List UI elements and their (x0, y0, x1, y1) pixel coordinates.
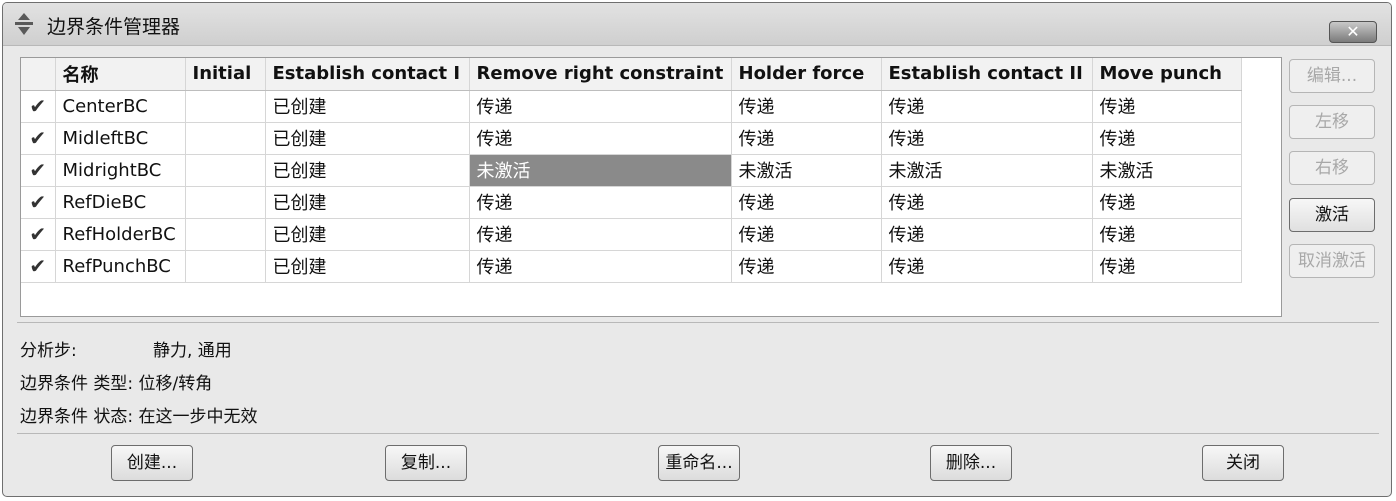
cell-step-4[interactable]: 传递 (881, 186, 1093, 219)
title-bar: 边界条件管理器 ✕ (3, 3, 1391, 46)
cell-step-2[interactable]: 传递 (469, 122, 732, 155)
cell-step-1[interactable]: 已创建 (265, 186, 470, 219)
cell-step-3[interactable]: 传递 (731, 122, 882, 155)
copy-button[interactable]: 复制... (385, 445, 467, 481)
bc-name[interactable]: RefPunchBC (55, 250, 186, 283)
close-icon[interactable]: ✕ (1329, 21, 1377, 43)
step-label: 分析步: (20, 341, 77, 361)
header-name[interactable]: 名称 (55, 58, 186, 91)
close-button[interactable]: 关闭 (1202, 445, 1284, 481)
header-remove-right-constraint[interactable]: Remove right constraint (469, 58, 732, 91)
checkmark-icon[interactable]: ✔ (21, 122, 56, 155)
cell-step-5[interactable]: 未激活 (1092, 154, 1242, 187)
cell-initial[interactable] (185, 218, 266, 251)
table-row[interactable]: ✔ MidrightBC 已创建 未激活 未激活 未激活 未激活 (21, 154, 1242, 187)
delete-button[interactable]: 删除... (930, 445, 1012, 481)
activate-button[interactable]: 激活 (1289, 198, 1375, 232)
bc-table: 名称 Initial Establish contact I Remove ri… (20, 57, 1282, 317)
status-value: 在这一步中无效 (138, 407, 258, 427)
deactivate-button[interactable]: 取消激活 (1289, 244, 1375, 278)
cell-step-5[interactable]: 传递 (1092, 250, 1242, 283)
table-header-row: 名称 Initial Establish contact I Remove ri… (21, 58, 1242, 91)
header-holder-force[interactable]: Holder force (731, 58, 882, 91)
bc-name[interactable]: RefDieBC (55, 186, 186, 219)
move-left-button[interactable]: 左移 (1289, 105, 1375, 139)
cell-step-3[interactable]: 未激活 (731, 154, 882, 187)
cell-step-1[interactable]: 已创建 (265, 122, 470, 155)
header-establish-contact-2[interactable]: Establish contact II (881, 58, 1093, 91)
cell-step-2[interactable]: 传递 (469, 90, 732, 123)
checkmark-icon[interactable]: ✔ (21, 186, 56, 219)
table-row[interactable]: ✔ RefPunchBC 已创建 传递 传递 传递 传递 (21, 250, 1242, 283)
cell-step-1[interactable]: 已创建 (265, 218, 470, 251)
checkmark-icon[interactable]: ✔ (21, 154, 56, 187)
table-row[interactable]: ✔ MidleftBC 已创建 传递 传递 传递 传递 (21, 122, 1242, 155)
table-row[interactable]: ✔ RefHolderBC 已创建 传递 传递 传递 传递 (21, 218, 1242, 251)
cell-step-2-selected[interactable]: 未激活 (469, 154, 732, 187)
step-info: 分析步: 静力, 通用 (20, 336, 232, 361)
table-row[interactable]: ✔ CenterBC 已创建 传递 传递 传递 传递 (21, 90, 1242, 123)
cell-step-4[interactable]: 传递 (881, 218, 1093, 251)
cell-step-4[interactable]: 传递 (881, 250, 1093, 283)
header-establish-contact-1[interactable]: Establish contact I (265, 58, 470, 91)
cell-step-4[interactable]: 未激活 (881, 154, 1093, 187)
cell-step-2[interactable]: 传递 (469, 186, 732, 219)
cell-initial[interactable] (185, 122, 266, 155)
cell-step-1[interactable]: 已创建 (265, 154, 470, 187)
bc-name[interactable]: MidleftBC (55, 122, 186, 155)
cell-step-4[interactable]: 传递 (881, 90, 1093, 123)
checkmark-icon[interactable]: ✔ (21, 218, 56, 251)
window-title: 边界条件管理器 (47, 16, 181, 38)
cell-step-2[interactable]: 传递 (469, 218, 732, 251)
app-icon (15, 13, 33, 35)
divider (17, 322, 1379, 323)
header-initial[interactable]: Initial (185, 58, 266, 91)
cell-step-5[interactable]: 传递 (1092, 90, 1242, 123)
cell-step-5[interactable]: 传递 (1092, 218, 1242, 251)
edit-button[interactable]: 编辑... (1289, 59, 1375, 93)
cell-step-4[interactable]: 传递 (881, 122, 1093, 155)
type-info: 边界条件 类型: 位移/转角 (20, 369, 212, 394)
header-check (21, 58, 56, 91)
cell-initial[interactable] (185, 250, 266, 283)
cell-initial[interactable] (185, 186, 266, 219)
create-button[interactable]: 创建... (111, 445, 193, 481)
cell-step-5[interactable]: 传递 (1092, 122, 1242, 155)
cell-step-1[interactable]: 已创建 (265, 90, 470, 123)
bc-name[interactable]: RefHolderBC (55, 218, 186, 251)
cell-initial[interactable] (185, 90, 266, 123)
type-value: 位移/转角 (138, 374, 213, 394)
cell-initial[interactable] (185, 154, 266, 187)
table-row[interactable]: ✔ RefDieBC 已创建 传递 传递 传递 传递 (21, 186, 1242, 219)
bc-name[interactable]: CenterBC (55, 90, 186, 123)
checkmark-icon[interactable]: ✔ (21, 250, 56, 283)
move-right-button[interactable]: 右移 (1289, 151, 1375, 185)
cell-step-1[interactable]: 已创建 (265, 250, 470, 283)
header-move-punch[interactable]: Move punch (1092, 58, 1242, 91)
cell-step-5[interactable]: 传递 (1092, 186, 1242, 219)
status-label: 边界条件 状态: (20, 407, 134, 427)
divider (17, 433, 1379, 434)
cell-step-3[interactable]: 传递 (731, 186, 882, 219)
bc-name[interactable]: MidrightBC (55, 154, 186, 187)
cell-step-2[interactable]: 传递 (469, 250, 732, 283)
checkmark-icon[interactable]: ✔ (21, 90, 56, 123)
status-info: 边界条件 状态: 在这一步中无效 (20, 402, 258, 427)
type-label: 边界条件 类型: (20, 374, 134, 394)
step-value: 静力, 通用 (153, 341, 232, 361)
cell-step-3[interactable]: 传递 (731, 90, 882, 123)
boundary-condition-manager-dialog: 边界条件管理器 ✕ 名称 Initial Establish contact I… (2, 2, 1392, 497)
rename-button[interactable]: 重命名... (658, 445, 740, 481)
cell-step-3[interactable]: 传递 (731, 250, 882, 283)
cell-step-3[interactable]: 传递 (731, 218, 882, 251)
